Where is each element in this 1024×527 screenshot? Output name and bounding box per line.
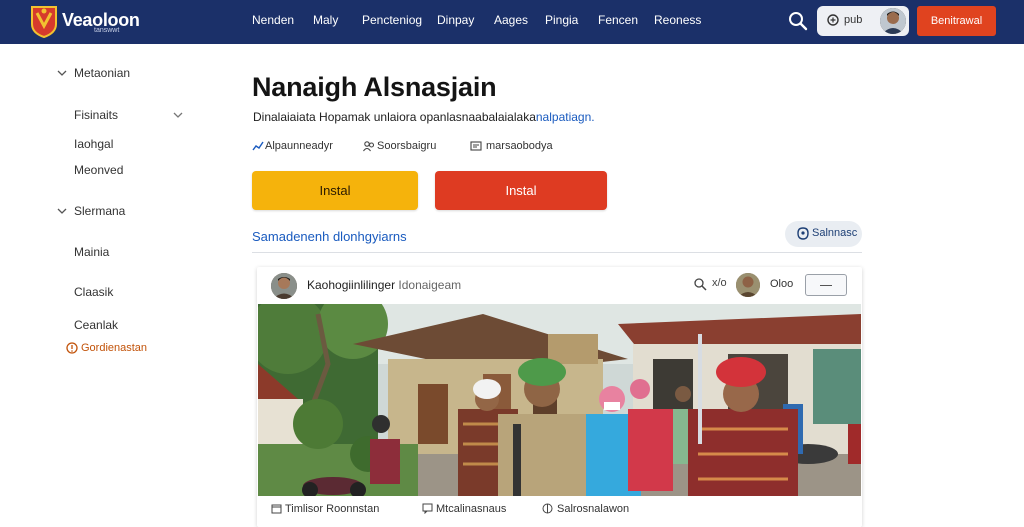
post-count: Oloo bbox=[770, 278, 794, 290]
post-author-avatar[interactable] bbox=[271, 273, 297, 299]
page-description: Dinalaiaiata Hopamak unlaiora opanlasnaa… bbox=[253, 110, 595, 124]
nav-item-2[interactable]: Maly bbox=[313, 13, 338, 27]
meta-item-1: Alpaunneadyr bbox=[265, 140, 333, 152]
brand-tagline: tanswwt bbox=[94, 27, 120, 34]
village-photo-illustration bbox=[258, 304, 861, 496]
author-portrait-icon bbox=[271, 273, 297, 299]
post-footer-item-1[interactable]: Timlisor Roonnstan bbox=[285, 503, 379, 515]
post-photo[interactable] bbox=[258, 304, 861, 496]
nav-item-4[interactable]: Dinpay bbox=[437, 13, 474, 27]
post-footer-item-3[interactable]: Salrosnalawon bbox=[557, 503, 629, 515]
section-divider bbox=[252, 252, 862, 253]
sidebar-item-1[interactable]: Fisinaits bbox=[74, 108, 118, 122]
document-icon bbox=[470, 141, 482, 151]
sidebar-item-3[interactable]: Meonved bbox=[74, 163, 123, 177]
share-icon bbox=[542, 503, 553, 514]
commenter-portrait-icon bbox=[736, 273, 760, 297]
account-button[interactable]: pub bbox=[817, 6, 909, 36]
post-footer-item-2[interactable]: Mtcalinasnaus bbox=[436, 503, 506, 515]
options-dash-icon bbox=[820, 285, 832, 286]
user-portrait-icon bbox=[880, 8, 906, 34]
pill-label: Salnnasc bbox=[812, 227, 858, 239]
post-author-sub: Idonaigeam bbox=[398, 278, 462, 292]
post-options-button[interactable] bbox=[805, 274, 847, 296]
alert-circle-icon bbox=[66, 342, 78, 354]
sidebar-item-4[interactable]: Mainia bbox=[74, 245, 109, 259]
post-card: Kaohogiinlilinger Idonaigeam x/o Oloo Ti… bbox=[257, 267, 862, 527]
sidebar-item-5[interactable]: Claasik bbox=[74, 285, 113, 299]
install-button-primary[interactable]: Instal bbox=[252, 171, 418, 210]
install-button-secondary[interactable]: Instal bbox=[435, 171, 607, 210]
account-label: pub bbox=[844, 14, 863, 26]
filter-pill-button[interactable]: Salnnasc bbox=[785, 221, 862, 247]
primary-cta-button[interactable]: Benitrawal bbox=[917, 6, 996, 36]
calendar-icon bbox=[271, 504, 282, 514]
search-icon[interactable] bbox=[786, 9, 810, 33]
link-icon bbox=[827, 14, 839, 26]
description-link[interactable]: nalpatiagn. bbox=[536, 110, 595, 124]
sidebar-item-6[interactable]: Ceanlak bbox=[74, 318, 118, 332]
description-text: Dinalaiaiata Hopamak unlaiora opanlasnaa… bbox=[253, 110, 536, 124]
post-author-name: Kaohogiinlilinger bbox=[307, 278, 396, 292]
meta-item-2: Soorsbaigru bbox=[377, 140, 437, 152]
chart-icon bbox=[252, 141, 264, 151]
details-link[interactable]: Samadenenh dlonhgyiarns bbox=[252, 229, 407, 244]
top-navigation-bar: Veaoloon tanswwt Nenden Maly Pencteniog … bbox=[0, 0, 1024, 44]
post-author[interactable]: Kaohogiinlilinger Idonaigeam bbox=[307, 278, 461, 292]
nav-item-7[interactable]: Fencen bbox=[598, 13, 638, 27]
sidebar-group-2[interactable]: Slermana bbox=[74, 204, 125, 218]
sidebar-item-2[interactable]: Iaohgal bbox=[74, 137, 113, 151]
user-avatar[interactable] bbox=[880, 8, 906, 34]
nav-item-8[interactable]: Reoness bbox=[654, 13, 701, 27]
nav-item-1[interactable]: Nenden bbox=[252, 13, 294, 27]
chevron-down-icon[interactable] bbox=[57, 206, 67, 216]
users-icon bbox=[363, 141, 375, 152]
nav-item-6[interactable]: Pingia bbox=[545, 13, 578, 27]
nav-item-3[interactable]: Pencteniog bbox=[362, 13, 422, 27]
brand-logo-icon[interactable] bbox=[28, 4, 60, 38]
comment-icon bbox=[422, 503, 433, 514]
post-close-label[interactable]: x/o bbox=[712, 277, 727, 289]
commenter-avatar[interactable] bbox=[736, 273, 760, 297]
sidebar-group-1[interactable]: Metaonian bbox=[74, 66, 130, 80]
meta-item-3: marsaobodya bbox=[486, 140, 553, 152]
nav-item-5[interactable]: Aages bbox=[494, 13, 528, 27]
tag-icon bbox=[797, 227, 809, 240]
search-icon[interactable] bbox=[693, 277, 707, 291]
sidebar-warning-link[interactable]: Gordienastan bbox=[81, 342, 147, 354]
page-title: Nanaigh Alsnasjain bbox=[252, 72, 497, 102]
chevron-down-icon[interactable] bbox=[57, 68, 67, 78]
chevron-down-icon[interactable] bbox=[173, 110, 183, 120]
